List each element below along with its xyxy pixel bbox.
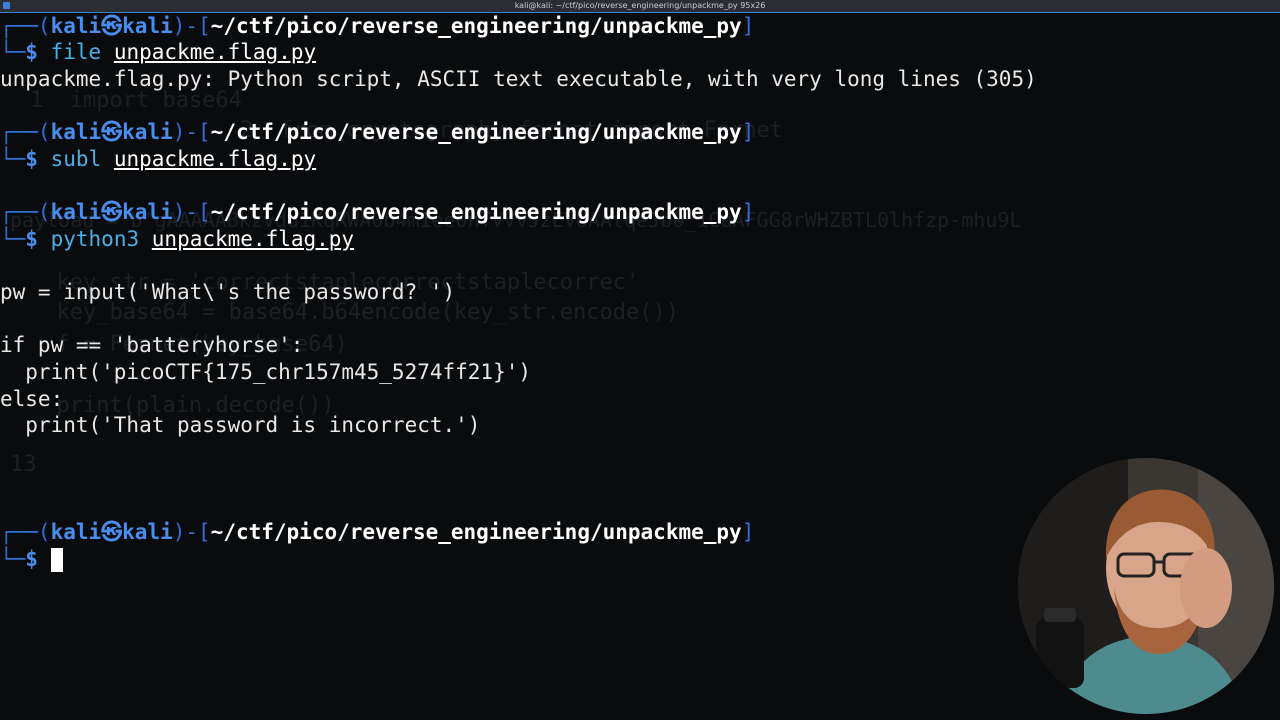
code-line: print('That password is incorrect.') <box>0 413 481 437</box>
streamer-avatar-icon <box>1018 458 1274 714</box>
window-title: kali@kali: ~/ctf/pico/reverse_engineerin… <box>514 1 766 10</box>
command-line: └─$ subl unpackme.flag.py <box>0 147 317 171</box>
code-line: print('picoCTF{175_chr157m45_5274ff21}') <box>0 360 532 384</box>
active-command-line[interactable]: └─$ <box>0 546 63 572</box>
code-line: pw = input('What\'s the password? ') <box>0 280 456 304</box>
text-cursor <box>50 548 63 572</box>
command-output: unpackme.flag.py: Python script, ASCII t… <box>0 67 1037 91</box>
prompt-line: ┌──(kali㉿kali)-[~/ctf/pico/reverse_engin… <box>0 200 755 224</box>
code-line: if pw == 'batteryhorse': <box>0 333 304 357</box>
prompt-line: ┌──(kali㉿kali)-[~/ctf/pico/reverse_engin… <box>0 14 755 38</box>
webcam-overlay <box>1018 458 1274 714</box>
command-line: └─$ file unpackme.flag.py <box>0 40 317 64</box>
code-line: else: <box>0 387 64 411</box>
prompt-line: ┌──(kali㉿kali)-[~/ctf/pico/reverse_engin… <box>0 520 755 544</box>
prompt-line: ┌──(kali㉿kali)-[~/ctf/pico/reverse_engin… <box>0 120 755 144</box>
command-line: └─$ python3 unpackme.flag.py <box>0 227 355 251</box>
terminal-app-icon[interactable] <box>3 2 10 9</box>
